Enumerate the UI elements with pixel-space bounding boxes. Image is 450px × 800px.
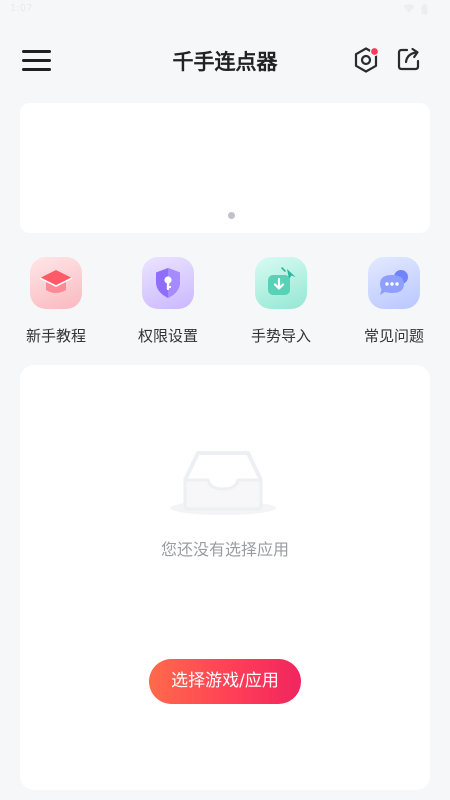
settings-button[interactable] <box>350 44 382 76</box>
wifi-icon <box>403 4 415 13</box>
gesture-import-icon <box>255 257 307 309</box>
quick-action-faq[interactable]: 常见问题 <box>349 253 439 348</box>
share-button[interactable] <box>394 44 424 74</box>
quick-action-label: 常见问题 <box>363 327 424 345</box>
empty-inbox-icon <box>170 451 276 515</box>
quick-actions: 新手教程 权限设置 手势导入 常见问题 <box>0 253 450 353</box>
hexagon-settings-icon <box>354 46 380 73</box>
quick-action-permissions[interactable]: 权限设置 <box>123 253 213 348</box>
select-app-button[interactable]: 选择游戏/应用 <box>149 659 301 704</box>
shield-key-icon <box>142 257 194 309</box>
carousel-indicator-dot <box>228 212 235 219</box>
status-icons <box>403 4 428 15</box>
status-time: 1:07 <box>10 3 33 14</box>
quick-action-label: 手势导入 <box>250 327 311 345</box>
quick-action-gesture-import[interactable]: 手势导入 <box>236 253 326 348</box>
share-export-icon <box>397 47 420 71</box>
quick-action-tutorial[interactable]: 新手教程 <box>11 253 101 348</box>
graduation-cap-icon <box>30 257 82 309</box>
notification-badge <box>369 46 380 57</box>
battery-icon <box>421 4 428 15</box>
page-title: 千手连点器 <box>172 50 278 74</box>
chat-bubble-icon <box>368 257 420 309</box>
quick-action-label: 权限设置 <box>137 327 198 345</box>
banner-carousel[interactable] <box>20 103 430 233</box>
app-header: 千手连点器 <box>0 30 450 90</box>
selected-app-panel: 您还没有选择应用 选择游戏/应用 <box>20 365 430 790</box>
empty-state-text: 您还没有选择应用 <box>160 540 289 559</box>
quick-action-label: 新手教程 <box>25 327 86 345</box>
status-bar: 1:07 <box>0 0 450 20</box>
